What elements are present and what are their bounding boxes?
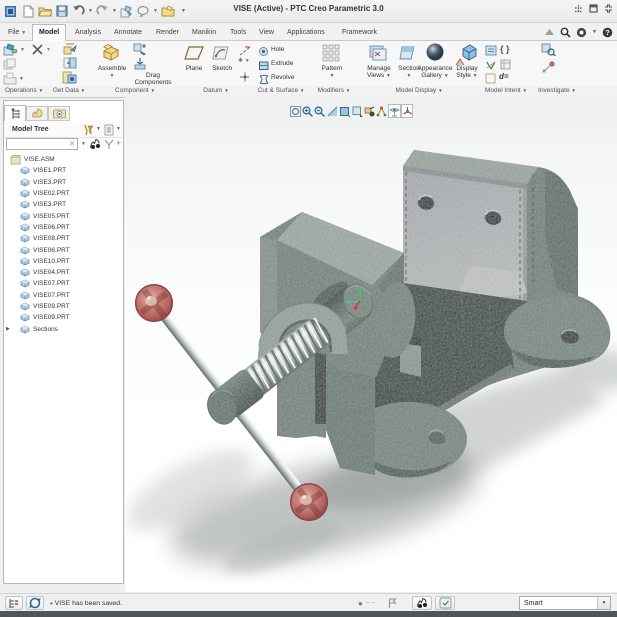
svg-text:?: ? xyxy=(605,28,610,37)
